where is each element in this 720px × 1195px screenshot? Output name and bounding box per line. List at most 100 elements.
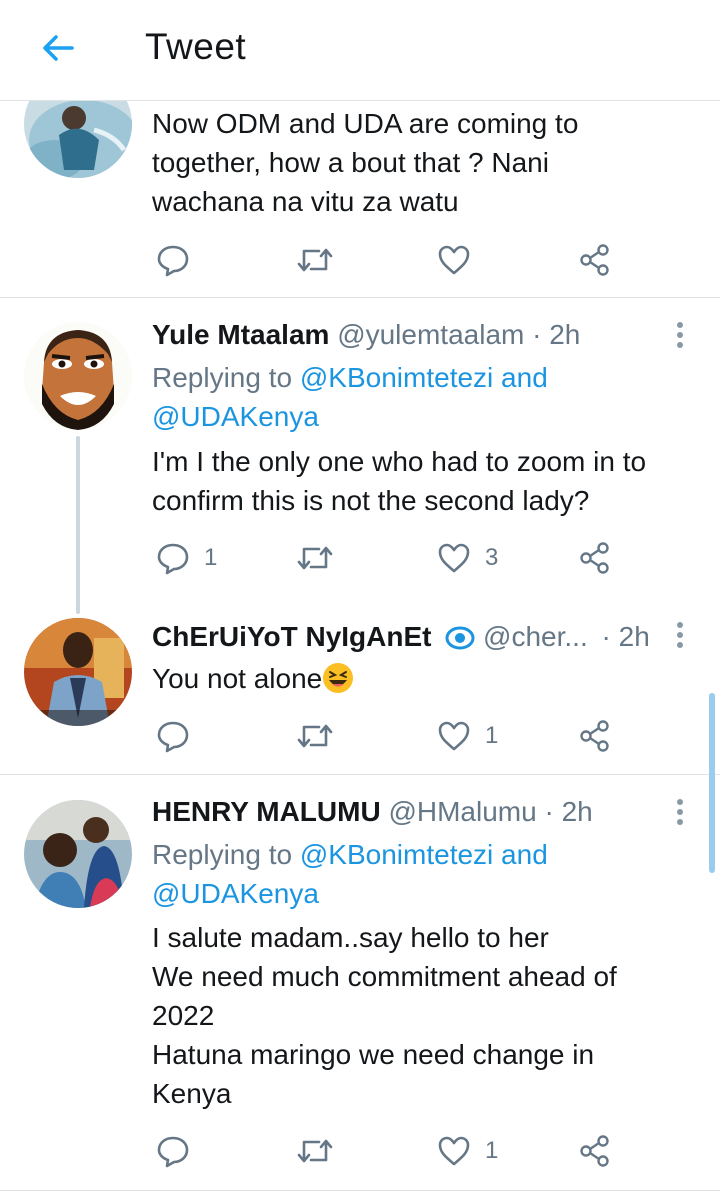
reply-button[interactable] bbox=[156, 240, 204, 280]
tweet-header: ChErUiYoT NyIgAnEt @cher... · 2h bbox=[152, 620, 650, 654]
reply-icon bbox=[157, 543, 189, 575]
tweet-text-line: together, how a bout that ? Nani bbox=[152, 147, 549, 178]
reply-icon bbox=[157, 721, 189, 753]
tweet-text-line: I'm I the only one who had to zoom in to bbox=[152, 446, 647, 477]
separator-dot: · bbox=[601, 621, 611, 652]
tweet-text-line: Hatuna maringo we need change in bbox=[152, 1039, 595, 1070]
avatar[interactable] bbox=[24, 800, 132, 908]
share-icon bbox=[580, 720, 609, 752]
more-options-icon bbox=[677, 622, 683, 648]
and-label: and bbox=[493, 839, 548, 870]
reply-button[interactable] bbox=[156, 716, 204, 756]
reply-icon bbox=[157, 245, 189, 277]
avatar[interactable] bbox=[24, 618, 132, 726]
mention-link[interactable]: @UDAKenya bbox=[152, 401, 319, 432]
tweet-header: Yule Mtaalam @yulemtaalam · 2h bbox=[152, 318, 580, 352]
author-handle[interactable]: @cher... bbox=[483, 621, 588, 652]
tweet-text: You not alone bbox=[152, 659, 697, 698]
more-options-button[interactable] bbox=[668, 615, 692, 655]
back-button[interactable] bbox=[38, 28, 78, 68]
tweet-text: I'm I the only one who had to zoom in to… bbox=[152, 442, 697, 520]
like-count: 1 bbox=[485, 722, 499, 749]
tweet-text-line: confirm this is not the second lady? bbox=[152, 485, 590, 516]
divider bbox=[0, 297, 720, 298]
tweet-text-line: I salute madam..say hello to her bbox=[152, 922, 549, 953]
more-options-button[interactable] bbox=[668, 315, 692, 355]
tweet-text-line: Kenya bbox=[152, 1078, 232, 1109]
mention-link[interactable]: @KBonimtetezi bbox=[300, 839, 493, 870]
reply-button[interactable]: 1 bbox=[156, 538, 217, 578]
tweet-actions: 1 bbox=[150, 1131, 630, 1171]
verified-badge-icon bbox=[445, 626, 475, 650]
like-count: 3 bbox=[485, 544, 499, 571]
share-icon bbox=[580, 244, 609, 276]
author-name[interactable]: HENRY MALUMU bbox=[152, 796, 381, 827]
more-options-button[interactable] bbox=[668, 792, 692, 832]
like-icon bbox=[438, 721, 470, 751]
author-handle[interactable]: @HMalumu bbox=[388, 796, 536, 827]
tweet-text-line: wachana na vitu za watu bbox=[152, 186, 459, 217]
like-button[interactable]: 1 bbox=[437, 1131, 498, 1171]
reply-count: 1 bbox=[204, 544, 218, 571]
tweet-text: I salute madam..say hello to her We need… bbox=[152, 918, 697, 1113]
timestamp: 2h bbox=[561, 796, 593, 827]
like-button[interactable] bbox=[437, 240, 485, 280]
share-button[interactable] bbox=[578, 1131, 612, 1171]
retweet-button[interactable] bbox=[295, 1131, 349, 1171]
page-title: Tweet bbox=[145, 26, 247, 67]
replying-to-label: Replying to bbox=[152, 839, 300, 870]
timestamp: 2h bbox=[618, 621, 650, 652]
tweet-actions: 1 3 bbox=[150, 538, 630, 578]
laughing-emoji-icon bbox=[323, 663, 354, 693]
like-count: 1 bbox=[485, 1137, 499, 1164]
mention-link[interactable]: @KBonimtetezi bbox=[300, 362, 493, 393]
author-handle[interactable]: @yulemtaalam bbox=[337, 319, 524, 350]
more-options-icon bbox=[677, 322, 683, 348]
share-icon bbox=[580, 1135, 609, 1167]
tweet-actions: 1 bbox=[150, 716, 630, 756]
back-arrow-icon bbox=[43, 35, 74, 61]
like-button[interactable]: 1 bbox=[437, 716, 498, 756]
author-name[interactable]: Yule Mtaalam bbox=[152, 319, 329, 350]
like-icon bbox=[438, 1136, 470, 1166]
scrollbar[interactable] bbox=[709, 693, 715, 873]
tweet-actions bbox=[150, 240, 630, 280]
divider bbox=[0, 774, 720, 775]
like-icon bbox=[438, 543, 470, 573]
retweet-icon bbox=[297, 1139, 333, 1163]
mention-link[interactable]: @UDAKenya bbox=[152, 878, 319, 909]
divider bbox=[0, 1190, 720, 1191]
avatar[interactable] bbox=[24, 322, 132, 430]
separator-dot: · bbox=[532, 319, 542, 350]
share-button[interactable] bbox=[578, 240, 612, 280]
retweet-icon bbox=[297, 546, 333, 570]
like-icon bbox=[438, 245, 470, 275]
reply-button[interactable] bbox=[156, 1131, 204, 1171]
tweet-text: Now ODM and UDA are coming to together, … bbox=[152, 104, 697, 221]
like-button[interactable]: 3 bbox=[437, 538, 498, 578]
retweet-button[interactable] bbox=[295, 538, 349, 578]
share-button[interactable] bbox=[578, 716, 612, 756]
separator-dot: · bbox=[544, 796, 554, 827]
retweet-icon bbox=[297, 248, 333, 272]
top-bar: Tweet bbox=[0, 0, 720, 101]
retweet-button[interactable] bbox=[295, 240, 349, 280]
timestamp: 2h bbox=[549, 319, 581, 350]
tweet-text-line: You not alone bbox=[152, 663, 323, 694]
tweet-text-line: Now ODM and UDA are coming to bbox=[152, 108, 579, 139]
tweet-header: HENRY MALUMU @HMalumu · 2h bbox=[152, 795, 593, 829]
retweet-button[interactable] bbox=[295, 716, 349, 756]
thread-line bbox=[76, 436, 80, 614]
tweet-text-line: We need much commitment ahead of bbox=[152, 961, 617, 992]
reply-context: Replying to @KBonimtetezi and @UDAKenya bbox=[152, 835, 697, 913]
reply-icon bbox=[157, 1136, 189, 1168]
retweet-icon bbox=[297, 724, 333, 748]
and-label: and bbox=[493, 362, 548, 393]
author-name[interactable]: ChErUiYoT NyIgAnEt bbox=[152, 621, 431, 652]
more-options-icon bbox=[677, 799, 683, 825]
reply-context: Replying to @KBonimtetezi and @UDAKenya bbox=[152, 358, 697, 436]
tweet-text-line: 2022 bbox=[152, 1000, 215, 1031]
share-button[interactable] bbox=[578, 538, 612, 578]
share-icon bbox=[580, 542, 609, 574]
replying-to-label: Replying to bbox=[152, 362, 300, 393]
